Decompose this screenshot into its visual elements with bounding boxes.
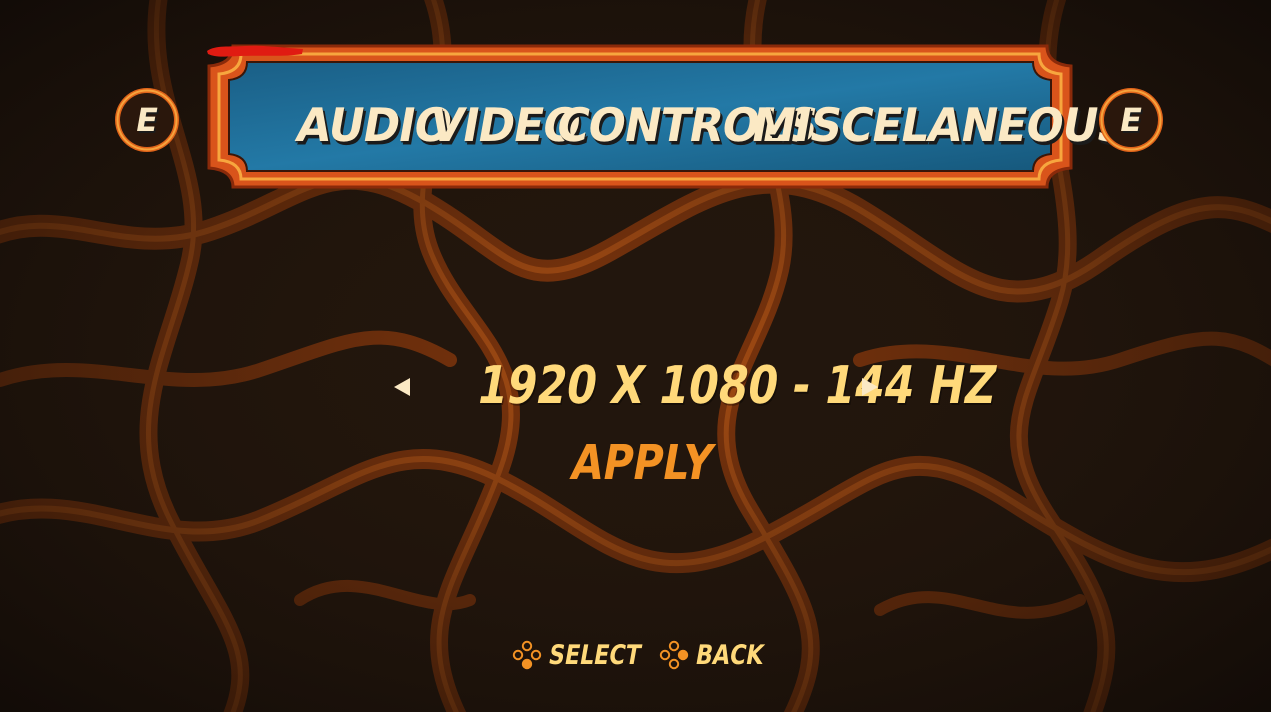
apply-button[interactable]: APPLY [567,435,717,491]
tab-miscelaneous[interactable]: MISCELANEOUS [747,99,1133,153]
bumper-right-label: E [1116,101,1146,139]
tab-miscelaneous-label: MISCELANEOUS [747,99,1133,153]
resolution-value: 1920 X 1080 - 144 HZ [472,356,1002,416]
bumper-left-label: E [132,101,162,139]
dpad-buttons-icon [659,640,689,670]
previous-tab-bumper-button[interactable]: E [111,84,183,156]
back-hint-label: BACK [693,639,767,671]
dpad-buttons-icon [512,640,542,670]
resolution-selector[interactable]: 1920 X 1080 - 144 HZ [380,352,1002,422]
active-tab-underline [207,45,303,57]
back-hint[interactable]: BACK [659,638,778,672]
resolution-prev-arrow-icon[interactable] [394,378,410,396]
next-tab-bumper-button[interactable]: E [1095,84,1167,156]
select-hint-label: SELECT [546,639,644,671]
resolution-next-arrow-icon[interactable] [862,378,878,396]
select-hint[interactable]: SELECT [512,638,661,672]
settings-tab-banner: AUDIO VIDEO CONTROLS MISCELANEOUS [205,44,1133,189]
